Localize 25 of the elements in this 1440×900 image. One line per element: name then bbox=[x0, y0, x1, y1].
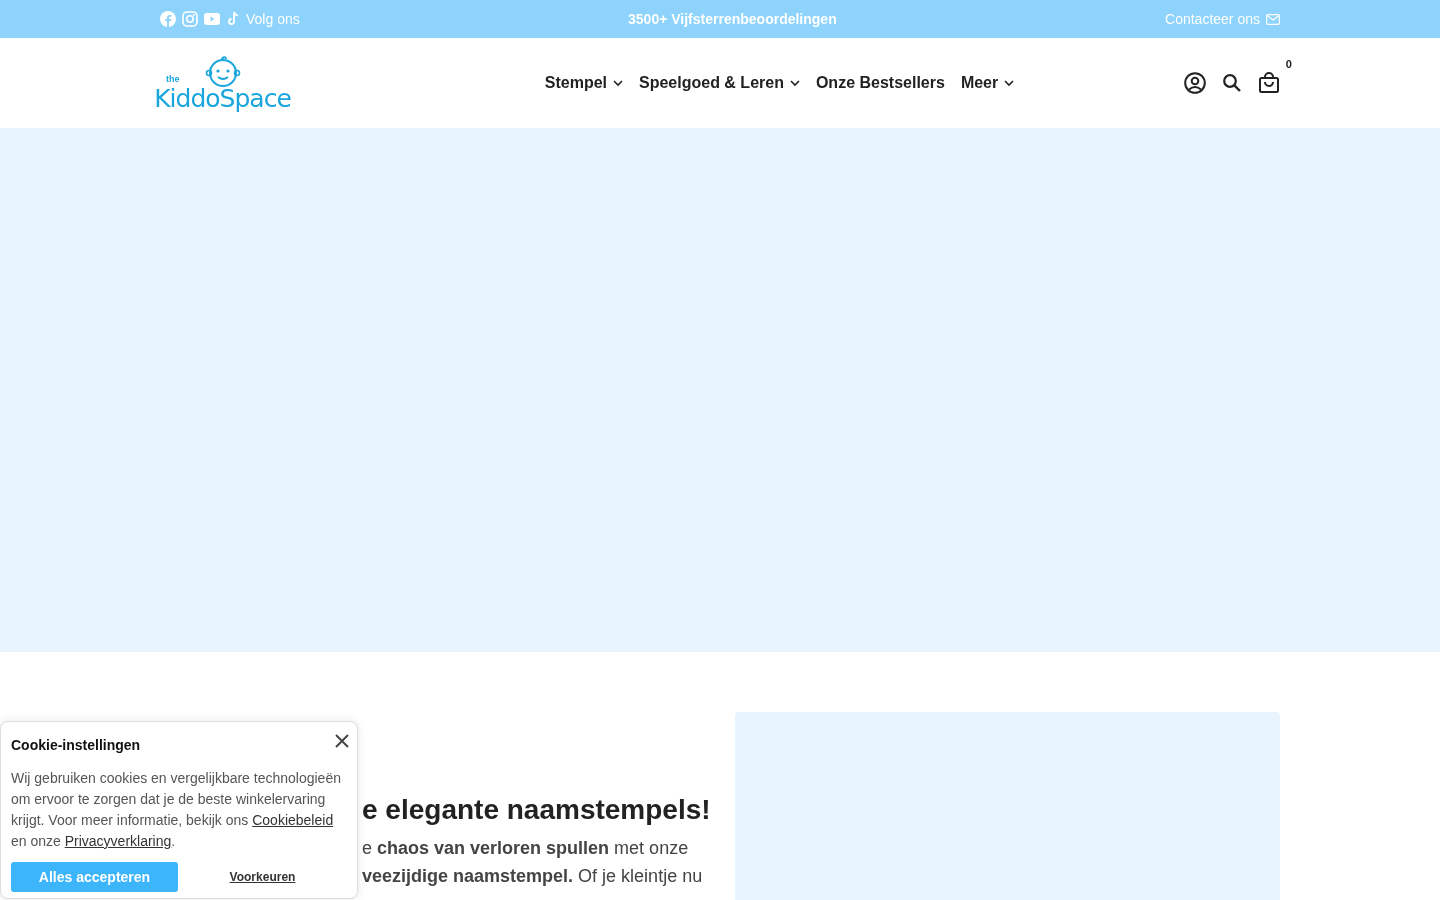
account-icon[interactable] bbox=[1184, 72, 1206, 94]
shopping-bag-icon[interactable] bbox=[1258, 72, 1280, 94]
close-button[interactable] bbox=[335, 734, 349, 748]
announcement-text: 3500+ Vijfsterrenbeoordelingen bbox=[628, 11, 837, 27]
follow-label: Volg ons bbox=[246, 11, 300, 27]
cookie-policy-link[interactable]: Cookiebeleid bbox=[252, 812, 334, 828]
nav-link[interactable]: Speelgoed & Leren bbox=[639, 74, 800, 92]
tiktok-icon[interactable] bbox=[226, 11, 240, 27]
youtube-icon[interactable] bbox=[204, 13, 220, 25]
cart-count: 0 bbox=[1285, 58, 1292, 70]
nav-link[interactable]: Onze Bestsellers bbox=[815, 74, 945, 92]
nav-link[interactable]: Meer bbox=[960, 74, 1015, 92]
description-text: e chaos van verloren spullen met onze bbox=[362, 837, 689, 860]
section-heading: e elegante naamstempels! bbox=[362, 793, 711, 827]
mail-icon[interactable] bbox=[1266, 13, 1280, 25]
cookie-title: Cookie-instellingen bbox=[11, 737, 141, 753]
logo-small-text: the bbox=[166, 73, 180, 84]
search-icon[interactable] bbox=[1222, 73, 1242, 93]
description-text: veezijdige naamstempel. Of je kleintje nu bbox=[362, 865, 703, 888]
cookie-text: Wij gebruiken cookies en vergelijkbare technologieën om ervoor te zorgen dat je de beste winkelervaring krijgt. Voor meer informatie, bekijk ons Cookiebeleid en onze Privacyverklaring. bbox=[11, 769, 342, 851]
baby-face-icon bbox=[204, 53, 241, 88]
nav-link[interactable]: Stempel bbox=[544, 74, 623, 92]
instagram-icon[interactable] bbox=[182, 11, 198, 27]
facebook-icon[interactable] bbox=[160, 11, 176, 27]
preferences-button[interactable]: Voorkeuren bbox=[178, 869, 347, 885]
